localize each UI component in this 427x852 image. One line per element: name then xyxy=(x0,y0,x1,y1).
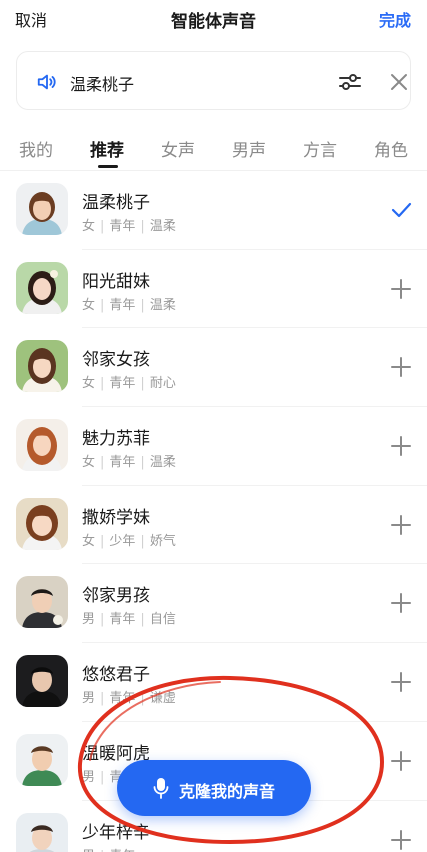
speaker-icon[interactable] xyxy=(36,71,58,93)
microphone-icon xyxy=(153,778,169,799)
tab-female[interactable]: 女声 xyxy=(161,136,195,161)
voice-name: 魅力苏菲 xyxy=(82,429,150,450)
voice-gender: 女 xyxy=(82,297,96,313)
avatar xyxy=(16,183,68,235)
page-title: 智能体声音 xyxy=(171,12,256,32)
add-icon[interactable] xyxy=(388,433,414,459)
tab-recommended[interactable]: 推荐 xyxy=(90,136,124,161)
voice-age: 青年 xyxy=(109,376,136,392)
adjust-settings-icon[interactable] xyxy=(337,70,363,94)
tab-dialect[interactable]: 方言 xyxy=(303,136,337,161)
avatar xyxy=(16,261,68,314)
voice-style: 耐心 xyxy=(149,376,176,392)
tab-character[interactable]: 角色 xyxy=(374,136,408,161)
voice-gender: 女 xyxy=(82,455,96,471)
avatar xyxy=(16,655,68,708)
voice-style: 自信 xyxy=(149,612,176,628)
voice-gender: 男 xyxy=(82,691,96,707)
clone-voice-button[interactable]: 克隆我的声音 xyxy=(117,760,311,816)
voice-gender: 女 xyxy=(82,219,96,234)
list-item[interactable]: 魅力苏菲 女 | 青年 | 温柔 xyxy=(0,407,427,486)
voice-age: 青年 xyxy=(109,455,136,471)
voice-age: 青年 xyxy=(109,612,136,628)
voice-gender: 男 xyxy=(82,769,96,785)
voice-style: 温柔 xyxy=(149,297,176,313)
list-item[interactable]: 阳光甜妹 女 | 青年 | 温柔 xyxy=(0,250,427,329)
voice-tags: 男 | 青年 | 自信 xyxy=(82,612,176,628)
voice-tags: 女 | 青年 | 温柔 xyxy=(82,219,176,234)
list-item[interactable]: 悠悠君子 男 | 青年 | 谦虚 xyxy=(0,643,427,722)
list-item[interactable]: 邻家男孩 男 | 青年 | 自信 xyxy=(0,564,427,644)
voice-style: 温柔 xyxy=(149,455,176,471)
list-item[interactable]: 温柔桃子 女 | 青年 | 温柔 xyxy=(0,171,427,250)
voice-age: 青年 xyxy=(109,219,136,234)
add-icon[interactable] xyxy=(388,748,414,774)
voice-name: 邻家女孩 xyxy=(82,350,150,371)
voice-name: 悠悠君子 xyxy=(82,665,150,686)
avatar xyxy=(16,812,68,852)
voice-tags: 女 | 青年 | 耐心 xyxy=(82,376,176,392)
voice-age: 少年 xyxy=(109,533,136,549)
voice-name: 撒娇学妹 xyxy=(82,507,150,528)
add-icon[interactable] xyxy=(388,590,414,616)
top-bar: 取消 智能体声音 完成 xyxy=(0,0,427,36)
checkmark-icon[interactable] xyxy=(388,197,414,223)
add-icon[interactable] xyxy=(388,276,414,302)
active-tab-indicator xyxy=(98,165,118,168)
close-icon[interactable] xyxy=(388,71,410,93)
tab-male[interactable]: 男声 xyxy=(232,136,266,161)
add-icon[interactable] xyxy=(388,827,414,852)
voice-tags: 男|青年 xyxy=(82,845,135,852)
voice-name: 阳光甜妹 xyxy=(82,271,150,292)
list-item[interactable]: 邻家女孩 女 | 青年 | 耐心 xyxy=(0,328,427,408)
voice-name: 少年梓辛 xyxy=(82,822,150,843)
voice-tags: 男 | 青年 | 谦虚 xyxy=(82,691,176,707)
add-icon[interactable] xyxy=(388,669,414,695)
list-item[interactable]: 撒娇学妹 女 | 少年 | 娇气 xyxy=(0,486,427,565)
voice-gender: 女 xyxy=(82,376,96,392)
voice-style: 谦虚 xyxy=(149,691,176,707)
voice-age: 青年 xyxy=(109,849,135,852)
voice-age: 青年 xyxy=(109,691,136,707)
voice-style: 温柔 xyxy=(149,219,176,234)
voice-gender: 男 xyxy=(82,612,96,628)
selected-voice-box[interactable]: 温柔桃子 xyxy=(16,51,411,110)
category-tabs: 我的 推荐 女声 男声 方言 角色 xyxy=(0,132,427,172)
avatar xyxy=(16,419,68,472)
voice-name: 邻家男孩 xyxy=(82,586,150,607)
avatar xyxy=(16,340,68,393)
add-icon[interactable] xyxy=(388,512,414,538)
tab-mine[interactable]: 我的 xyxy=(19,136,53,161)
selected-voice-name: 温柔桃子 xyxy=(70,75,135,94)
clone-voice-label: 克隆我的声音 xyxy=(179,782,276,801)
voice-style: 娇气 xyxy=(149,533,176,549)
avatar xyxy=(16,576,68,629)
voice-gender: 男 xyxy=(82,849,95,852)
voice-tags: 女 | 青年 | 温柔 xyxy=(82,455,176,471)
voice-tags: 女 | 少年 | 娇气 xyxy=(82,533,176,549)
add-icon[interactable] xyxy=(388,354,414,380)
done-button[interactable]: 完成 xyxy=(379,7,411,31)
voice-list: 温柔桃子 女 | 青年 | 温柔 阳光甜妹 女 | 青年 | 温柔 邻家女孩 女… xyxy=(0,171,427,852)
avatar xyxy=(16,733,68,786)
voice-tags: 女 | 青年 | 温柔 xyxy=(82,297,176,313)
voice-name: 温柔桃子 xyxy=(82,193,150,213)
voice-gender: 女 xyxy=(82,533,96,549)
avatar xyxy=(16,497,68,550)
voice-age: 青年 xyxy=(109,297,136,313)
